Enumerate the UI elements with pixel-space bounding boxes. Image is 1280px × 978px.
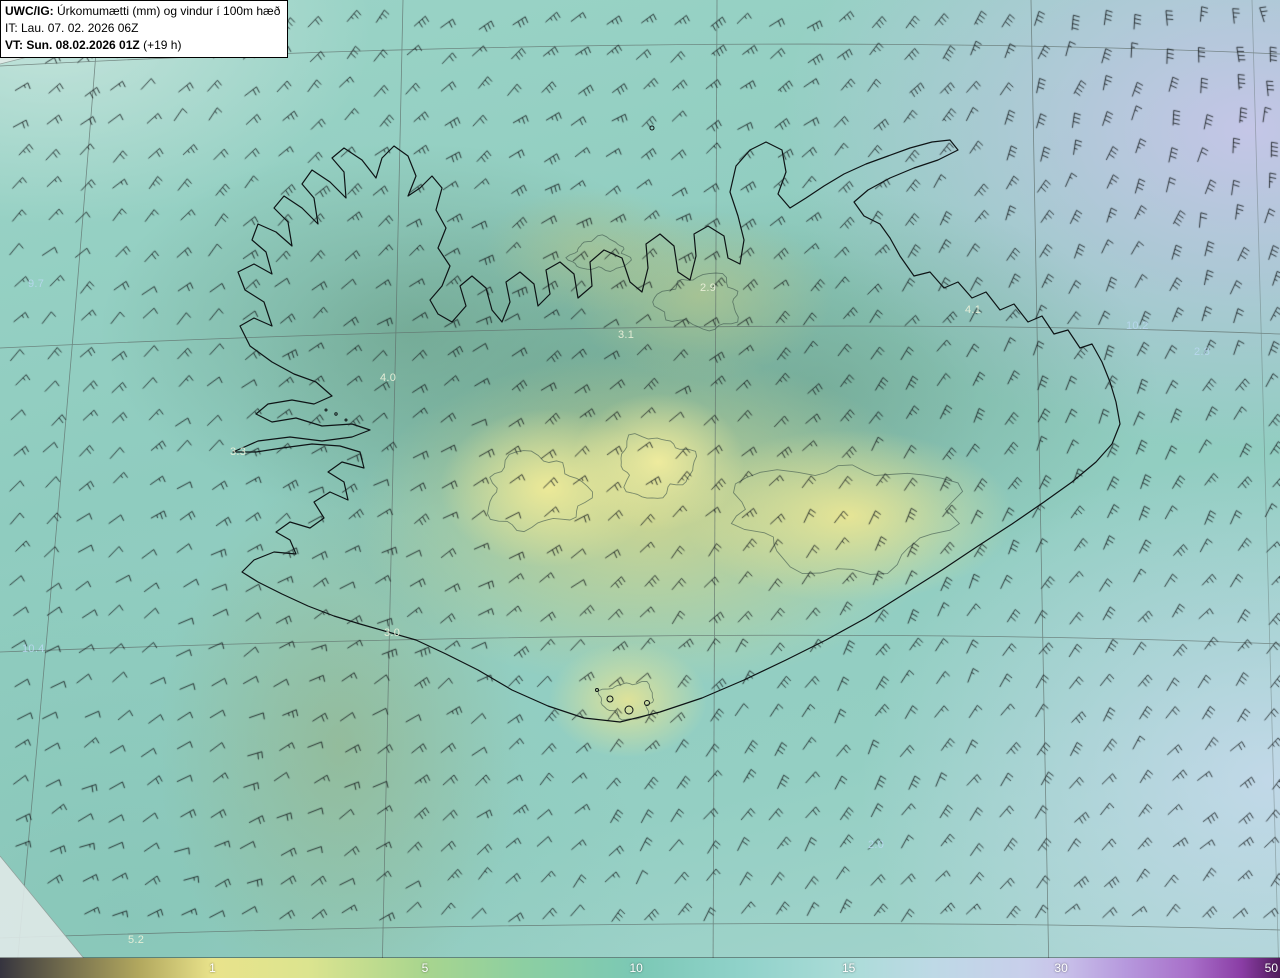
colorbar: 1 5 10 15 30 50 [0, 957, 1280, 978]
colorbar-tick-label: 30 [1054, 961, 1068, 975]
colorbar-tick-label: 15 [841, 961, 856, 975]
valid-offset: (+19 h) [143, 38, 182, 52]
product-code: UWC/IG: [5, 4, 54, 18]
valid-time: VT: Sun. 08.02.2026 01Z [5, 38, 140, 52]
colorbar-tick-label: 1 [209, 961, 216, 975]
colorbar-tick-label: 5 [421, 961, 429, 975]
product-title: Úrkomumætti (mm) og vindur í 100m hæð [57, 4, 281, 18]
title-line-valid: VT: Sun. 08.02.2026 01Z (+19 h) [5, 37, 280, 54]
weather-map-stage: 9.7 2.9 3.1 4.1 10.2 2.8 4.0 3.3 3.0 10.4 2.0 5.2 U… [0, 0, 1280, 978]
colorbar-tick-label: 10 [629, 961, 643, 975]
title-box: UWC/IG: Úrkomumætti (mm) og vindur í 100… [0, 0, 289, 58]
title-line-product: UWC/IG: Úrkomumætti (mm) og vindur í 100… [5, 3, 280, 20]
init-time: IT: Lau. 07. 02. 2026 06Z [5, 21, 139, 35]
wind-barbs-layer [0, 0, 1280, 978]
colorbar-tick-label: 50 [1264, 961, 1278, 975]
